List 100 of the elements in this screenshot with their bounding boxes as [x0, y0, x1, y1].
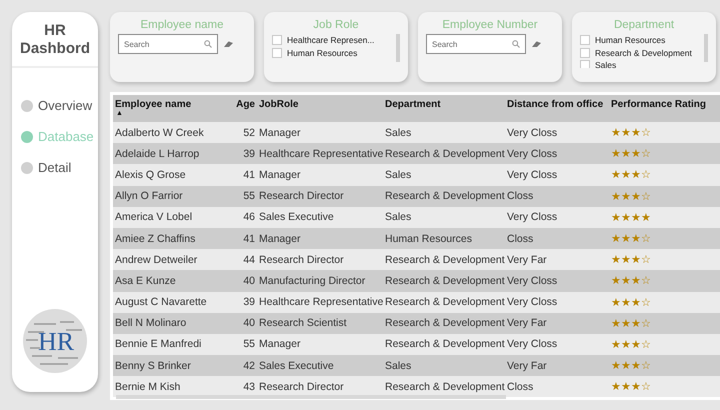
table-cell: Research Director [259, 254, 344, 266]
checkbox[interactable] [580, 60, 590, 68]
filled-star-icon: ★ [621, 338, 631, 351]
filled-star-icon: ★ [621, 147, 631, 160]
empty-star-icon: ☆ [641, 316, 651, 330]
table-cell: 41 [243, 168, 255, 181]
filter-option[interactable]: Human Resources [580, 34, 700, 46]
table-cell: 52 [243, 126, 255, 139]
empty-star-icon: ☆ [641, 190, 651, 203]
filled-star-icon: ★ [621, 232, 631, 246]
table-cell: Very Far [507, 317, 547, 330]
table-cell: Closs [507, 380, 534, 393]
table-cell: Closs [507, 232, 534, 245]
table-cell: Very Far [507, 254, 547, 266]
filter-option[interactable]: Healthcare Represen... [272, 34, 392, 46]
table-cell: Very Closs [507, 168, 558, 181]
checkbox[interactable] [272, 48, 282, 58]
table-cell: America V Lobel [115, 211, 192, 224]
filled-star-icon: ★ [631, 253, 641, 266]
table-cell: Sales [385, 360, 412, 372]
nav-item[interactable]: Overview [21, 98, 98, 113]
checkbox[interactable] [272, 35, 282, 46]
table-cell: Research & Development [385, 274, 505, 287]
table-cell: 42 [243, 360, 255, 372]
filter-title: Job Role [313, 19, 359, 31]
table-cell: Bernie M Kish [115, 380, 180, 393]
checkbox[interactable] [580, 35, 590, 46]
table-cell: Bennie E Manfredi [115, 338, 202, 350]
filled-star-icon: ★ [621, 359, 631, 372]
table-cell: Research & Development [385, 254, 505, 266]
filled-star-icon: ★ [611, 274, 621, 288]
table-cell: Sales [385, 126, 412, 139]
eraser-icon[interactable] [224, 41, 233, 47]
hr-logo: HR [22, 308, 88, 374]
scrollbar[interactable] [704, 34, 708, 62]
column-header[interactable]: Performance Rating [611, 99, 706, 110]
search-field[interactable]: Search [426, 34, 526, 54]
filter-option[interactable]: Human Resources [272, 46, 392, 59]
empty-star-icon: ☆ [641, 126, 651, 140]
filled-star-icon: ★ [611, 338, 621, 351]
checkbox[interactable] [580, 48, 590, 58]
column-header[interactable]: Department [385, 99, 441, 110]
filled-star-icon: ★ [631, 296, 641, 309]
table-cell: Benny S Brinker [115, 360, 191, 372]
filled-star-icon: ★ [611, 359, 621, 372]
filled-star-icon: ★ [611, 168, 621, 182]
column-header[interactable]: Employee name [115, 99, 192, 110]
column-header[interactable]: Age [236, 99, 255, 110]
table-cell: Very Far [507, 360, 547, 372]
filled-star-icon: ★ [621, 168, 631, 182]
filled-star-icon: ★ [621, 190, 631, 203]
filled-star-icon: ★ [641, 210, 651, 224]
table-cell: Healthcare Representative [259, 296, 384, 308]
filter-title: Employee Number [442, 19, 538, 31]
table-cell: Adalberto W Creek [115, 126, 204, 139]
nav-item[interactable]: Detail [21, 160, 98, 175]
filled-star-icon: ★ [611, 232, 621, 246]
table-cell: Research & Development [385, 296, 505, 308]
table-cell: Research & Development [385, 148, 505, 160]
table-cell: Sales [385, 211, 412, 224]
empty-star-icon: ☆ [641, 253, 651, 266]
table-cell: 43 [243, 380, 255, 393]
column-header[interactable]: Distance from office [507, 99, 604, 110]
empty-star-icon: ☆ [641, 380, 651, 394]
filled-star-icon: ★ [611, 380, 621, 394]
filled-star-icon: ★ [631, 232, 641, 246]
table-cell: Bell N Molinaro [115, 317, 186, 330]
empty-star-icon: ☆ [641, 338, 651, 351]
filled-star-icon: ★ [621, 274, 631, 288]
empty-star-icon: ☆ [641, 359, 651, 372]
dashboard-title: HR Dashbord [12, 12, 98, 68]
table-cell: Sales [385, 168, 412, 181]
filled-star-icon: ★ [611, 147, 621, 160]
scrollbar[interactable] [396, 34, 400, 62]
table-cell: Research Director [259, 380, 344, 393]
filter-option[interactable]: Sales [580, 59, 700, 68]
search-field[interactable]: Search [118, 34, 218, 54]
filter-option[interactable]: Research & Development [580, 46, 700, 59]
filled-star-icon: ★ [611, 253, 621, 266]
filter-title: Department [614, 19, 674, 31]
table-cell: Very Closs [507, 296, 558, 308]
table-cell: Research & Development [385, 190, 505, 202]
table-cell: August C Navarette [115, 296, 207, 308]
table-cell: Sales Executive [259, 211, 334, 224]
table-cell: Healthcare Representative [259, 148, 384, 160]
filled-star-icon: ★ [631, 168, 641, 182]
eraser-icon[interactable] [532, 41, 541, 47]
table-cell: Very Closs [507, 211, 558, 224]
filled-star-icon: ★ [631, 190, 641, 203]
table-cell: 46 [243, 211, 255, 224]
table-cell: Very Closs [507, 126, 558, 139]
filled-star-icon: ★ [621, 380, 631, 394]
filled-star-icon: ★ [631, 316, 641, 330]
table-cell: Sales Executive [259, 360, 334, 372]
filled-star-icon: ★ [631, 338, 641, 351]
column-header[interactable]: JobRole [259, 99, 298, 110]
filled-star-icon: ★ [611, 316, 621, 330]
table-cell: 55 [243, 338, 255, 350]
table-cell: Very Closs [507, 148, 558, 160]
filter-title: Employee name [140, 19, 224, 31]
